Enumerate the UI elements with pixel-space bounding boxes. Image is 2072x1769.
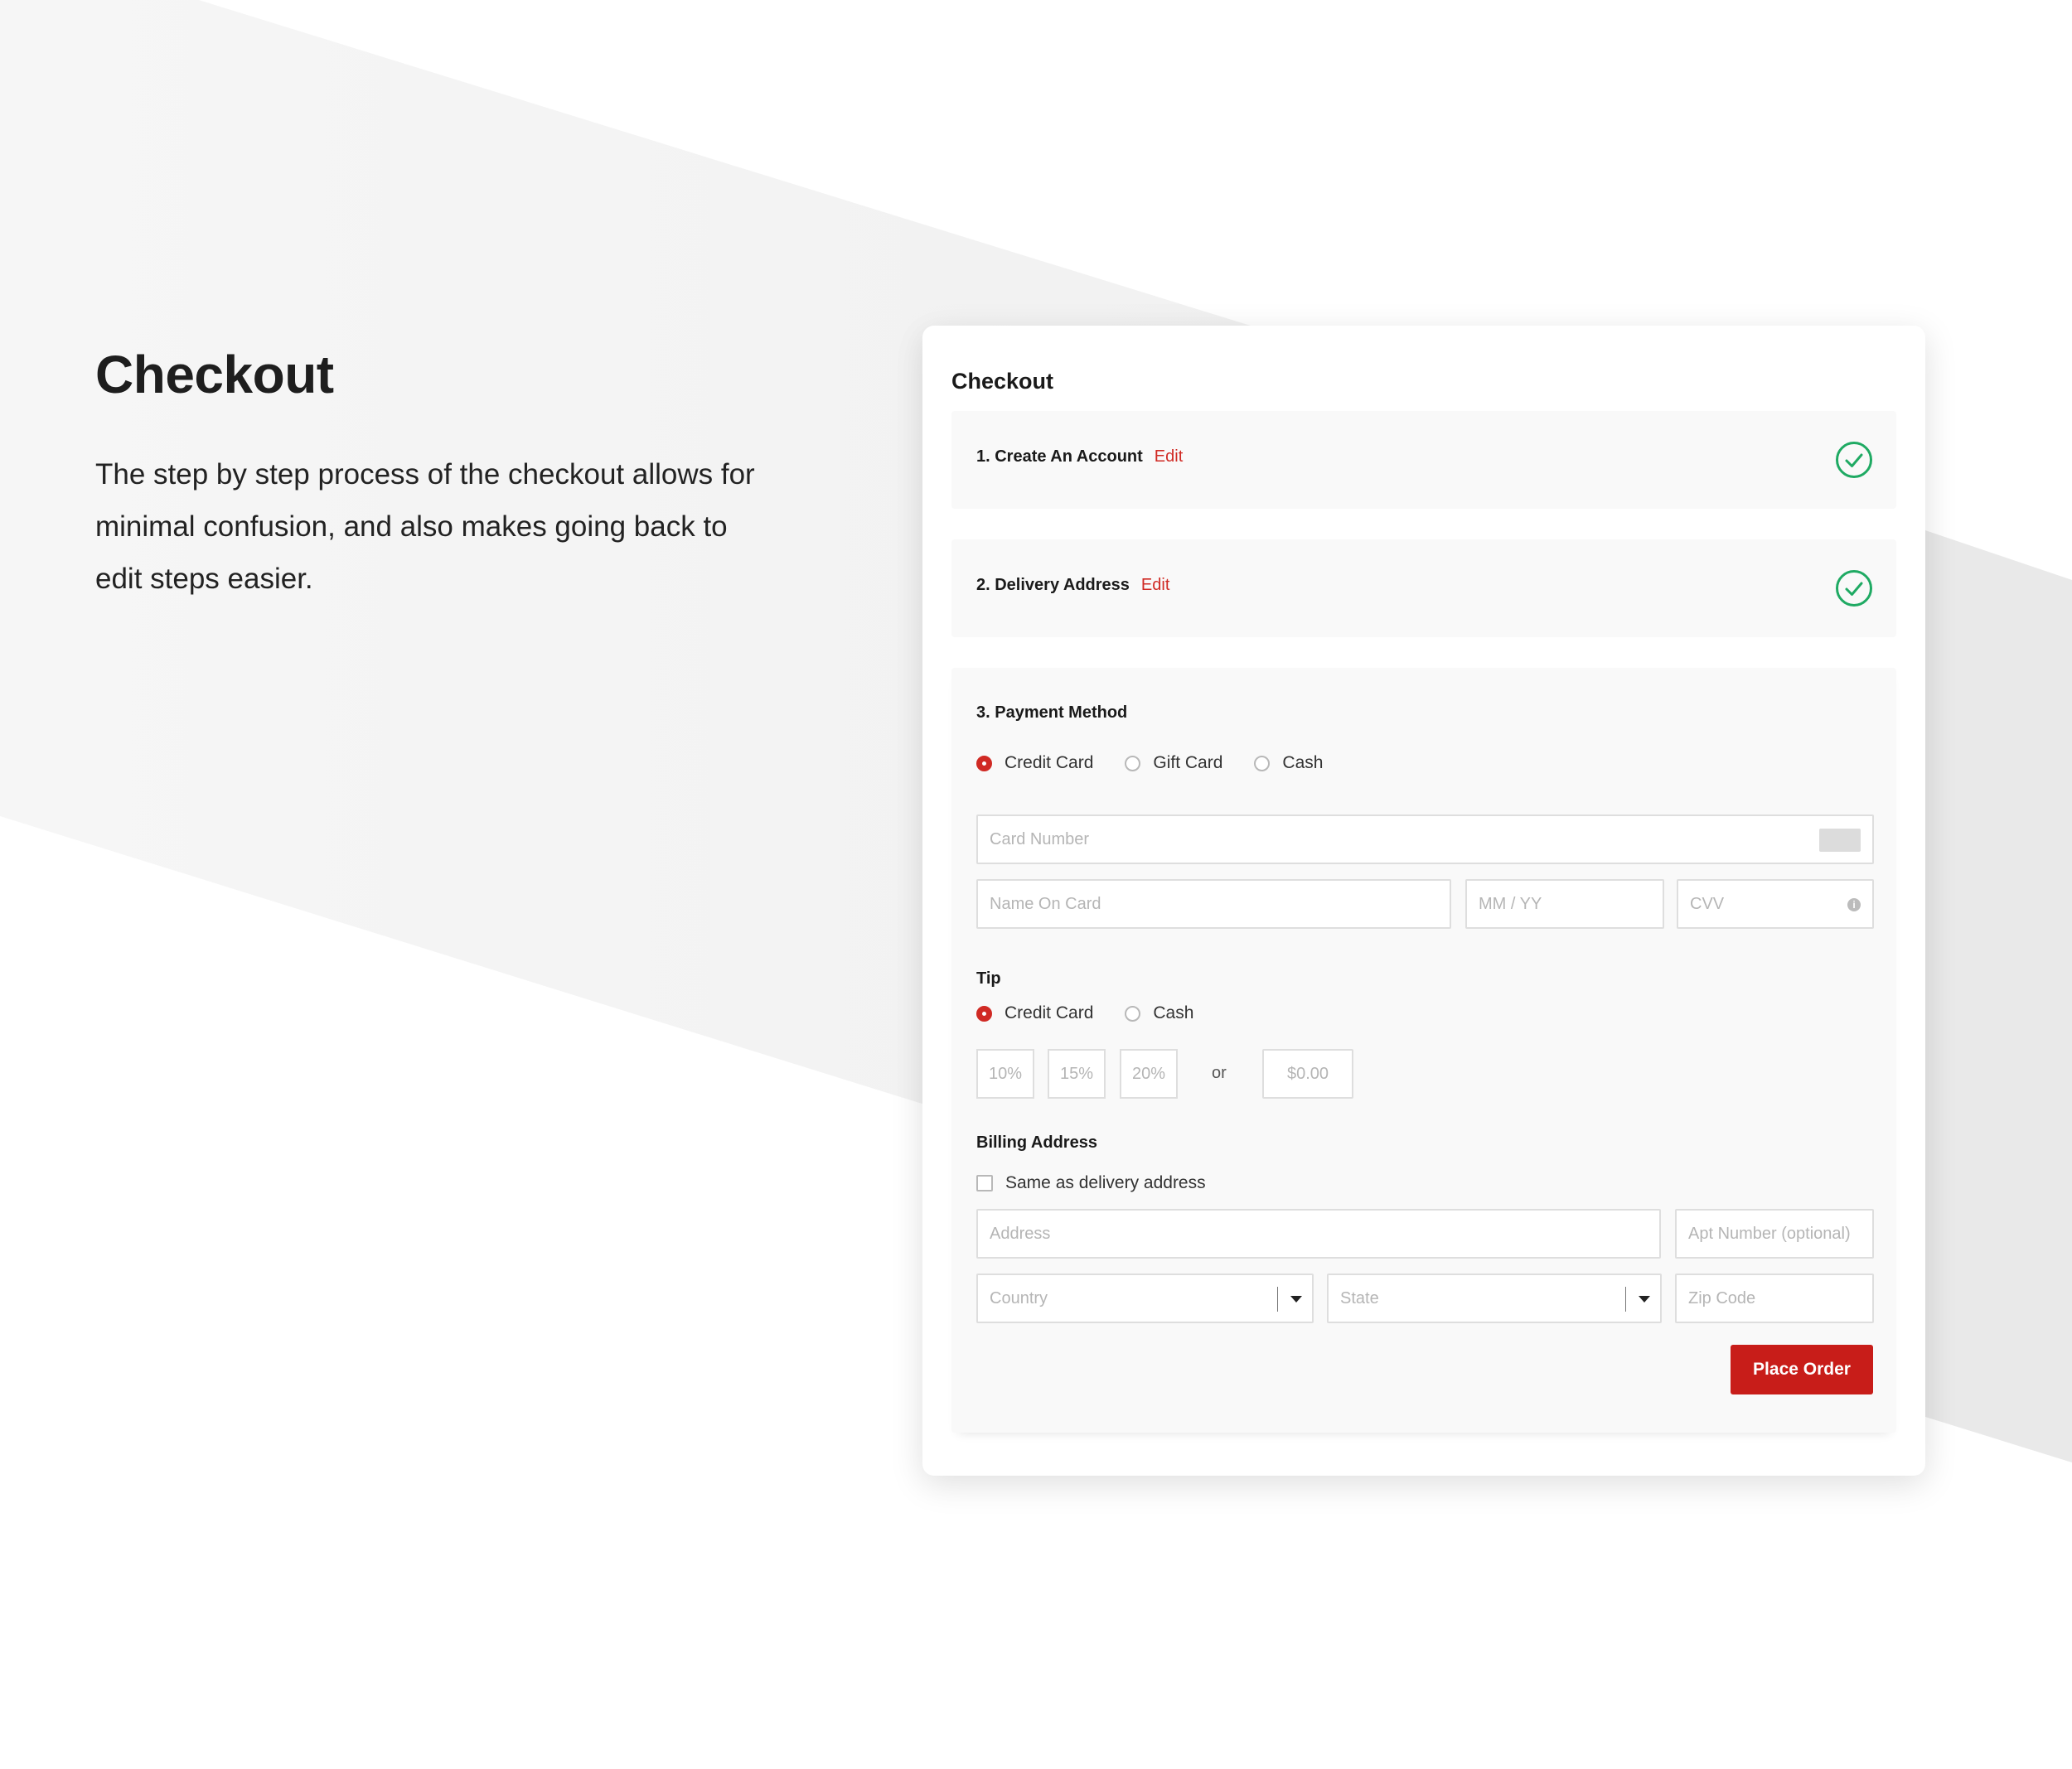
check-circle-icon bbox=[1836, 570, 1872, 607]
radio-unselected-icon bbox=[1125, 755, 1141, 771]
radio-unselected-icon bbox=[1125, 1005, 1141, 1022]
radio-selected-icon bbox=[976, 755, 992, 771]
step-label: 2. Delivery Address bbox=[976, 576, 1130, 594]
expiry-input[interactable] bbox=[1467, 881, 1663, 927]
radio-cash[interactable]: Cash bbox=[1254, 753, 1323, 773]
card-number-field bbox=[976, 814, 1874, 864]
info-icon[interactable]: i bbox=[1847, 898, 1861, 911]
checkout-card: Checkout 1. Create An Account Edit 2. Del… bbox=[922, 326, 1925, 1476]
tip-radio-cash[interactable]: Cash bbox=[1125, 1003, 1193, 1023]
same-as-delivery-checkbox[interactable]: Same as delivery address bbox=[976, 1173, 1206, 1193]
tip-radio-credit-card[interactable]: Credit Card bbox=[976, 1003, 1093, 1023]
radio-selected-icon bbox=[976, 1005, 992, 1022]
apt-number-input[interactable] bbox=[1677, 1211, 1872, 1257]
address-field bbox=[976, 1209, 1661, 1259]
custom-tip-field bbox=[1262, 1049, 1353, 1099]
custom-tip-input[interactable] bbox=[1264, 1051, 1352, 1097]
payment-method-title: 3. Payment Method bbox=[976, 703, 1128, 722]
country-select[interactable] bbox=[976, 1274, 1314, 1323]
step-create-account: 1. Create An Account Edit bbox=[951, 411, 1896, 509]
chevron-down-icon[interactable] bbox=[1277, 1275, 1312, 1322]
billing-address-title: Billing Address bbox=[976, 1133, 1097, 1152]
edit-account-link[interactable]: Edit bbox=[1155, 447, 1183, 466]
radio-credit-card[interactable]: Credit Card bbox=[976, 753, 1093, 773]
chevron-down-icon[interactable] bbox=[1625, 1275, 1660, 1322]
payment-method-panel: 3. Payment Method Credit Card Gift Card … bbox=[951, 668, 1896, 1433]
apt-number-field bbox=[1675, 1209, 1874, 1259]
state-select[interactable] bbox=[1327, 1274, 1662, 1323]
tip-20-button[interactable]: 20% bbox=[1120, 1049, 1178, 1099]
tip-15-button[interactable]: 15% bbox=[1048, 1049, 1106, 1099]
radio-unselected-icon bbox=[1254, 755, 1271, 771]
page-title: Checkout bbox=[95, 345, 334, 404]
address-input[interactable] bbox=[978, 1211, 1659, 1257]
radio-gift-card[interactable]: Gift Card bbox=[1125, 753, 1222, 773]
country-input[interactable] bbox=[978, 1275, 1312, 1322]
checkbox-icon bbox=[976, 1175, 993, 1191]
cvv-input[interactable] bbox=[1678, 881, 1872, 927]
cvv-field: i bbox=[1677, 879, 1874, 929]
card-type-icon bbox=[1819, 829, 1861, 852]
payment-method-options: Credit Card Gift Card Cash bbox=[976, 753, 1354, 773]
name-on-card-input[interactable] bbox=[978, 881, 1450, 927]
card-number-input[interactable] bbox=[978, 816, 1872, 863]
step-delivery-address: 2. Delivery Address Edit bbox=[951, 539, 1896, 637]
zip-code-field bbox=[1675, 1274, 1874, 1323]
tip-title: Tip bbox=[976, 969, 1001, 988]
tip-or-label: or bbox=[1212, 1064, 1227, 1082]
step-label: 1. Create An Account bbox=[976, 447, 1143, 466]
intro-section: Checkout The step by step process of the… bbox=[95, 344, 775, 605]
intro-description: The step by step process of the checkout… bbox=[95, 458, 755, 595]
tip-10-button[interactable]: 10% bbox=[976, 1049, 1034, 1099]
zip-code-input[interactable] bbox=[1677, 1275, 1872, 1322]
check-circle-icon bbox=[1836, 442, 1872, 478]
name-on-card-field bbox=[976, 879, 1451, 929]
expiry-field bbox=[1465, 879, 1664, 929]
edit-delivery-link[interactable]: Edit bbox=[1141, 576, 1169, 594]
checkout-card-title: Checkout bbox=[951, 369, 1054, 394]
place-order-button[interactable]: Place Order bbox=[1731, 1345, 1873, 1394]
state-input[interactable] bbox=[1329, 1275, 1660, 1322]
tip-method-options: Credit Card Cash bbox=[976, 1003, 1225, 1023]
